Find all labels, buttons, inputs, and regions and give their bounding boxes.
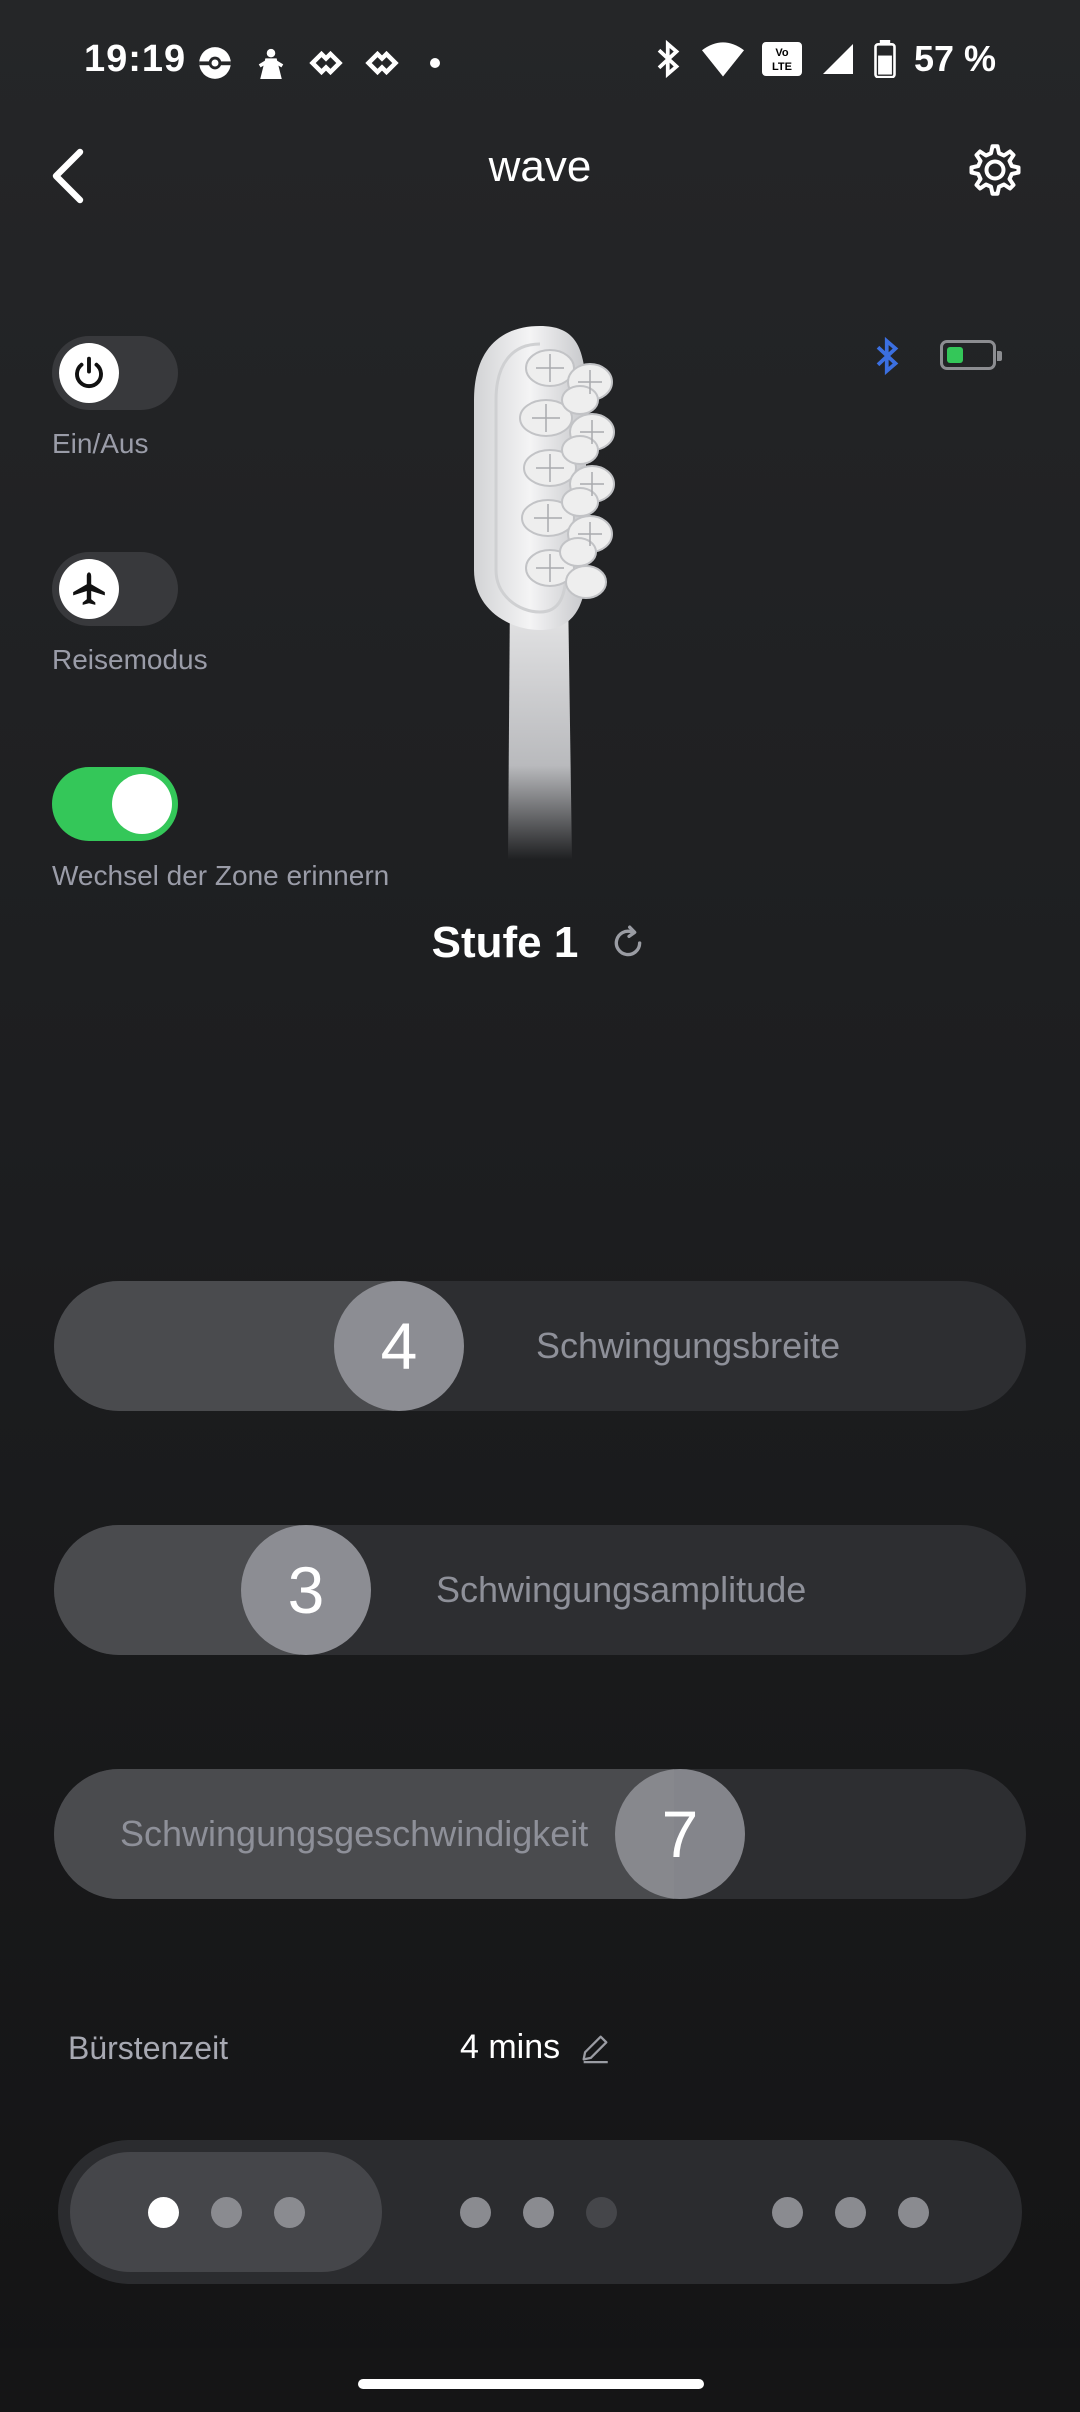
device-battery-fill <box>947 347 963 363</box>
device-battery-icon <box>940 340 1002 370</box>
slider-thumb[interactable]: 7 <box>615 1769 745 1899</box>
slider-label: Schwingungsbreite <box>536 1325 841 1366</box>
pokeball-icon <box>199 47 231 79</box>
zone-reminder-toggle[interactable] <box>52 767 178 841</box>
battery-percent: 57 % <box>913 38 996 79</box>
brushing-time-text: 4 mins <box>460 2028 561 2066</box>
mode-dot <box>585 2196 617 2228</box>
wifi-icon <box>701 42 744 77</box>
mode-dot <box>522 2196 554 2228</box>
status-right: Vo LTE 57 % <box>654 38 996 80</box>
mode-dot <box>273 2196 305 2228</box>
home-indicator[interactable] <box>358 2379 704 2389</box>
page-title: wave <box>488 142 592 191</box>
level-row: Stufe 1 <box>0 918 1080 968</box>
app-notification-icon <box>309 50 343 76</box>
mode-option-1[interactable] <box>70 2152 382 2272</box>
notification-icons <box>196 44 440 82</box>
gear-icon <box>969 144 1021 196</box>
settings-button[interactable] <box>955 130 1035 210</box>
more-notifications-dot-icon <box>430 58 440 68</box>
level-label: Stufe 1 <box>431 918 579 967</box>
volte-icon: Vo LTE <box>761 42 802 76</box>
slider-thumb[interactable]: 4 <box>334 1281 464 1411</box>
mode-dot <box>897 2196 929 2228</box>
mode-dot <box>459 2196 491 2228</box>
travel-mode-toggle[interactable] <box>52 552 178 626</box>
travel-mode-toggle-knob <box>59 559 119 619</box>
slider-thumb[interactable]: 3 <box>241 1525 371 1655</box>
slider-label: Schwingungsamplitude <box>436 1569 807 1610</box>
signal-icon <box>822 44 853 74</box>
status-time: 19:19 <box>84 38 187 80</box>
airplane-icon <box>73 572 105 605</box>
refresh-icon[interactable] <box>608 923 648 963</box>
mode-dot <box>834 2196 866 2228</box>
toothbrush-head-image <box>440 320 680 860</box>
mode-option-3[interactable] <box>694 2152 1006 2272</box>
travel-mode-label: Reisemodus <box>52 644 208 675</box>
vibration-speed-slider[interactable]: Schwingungsgeschwindigkeit 7 <box>54 1769 1026 1899</box>
brushing-time-label: Bürstenzeit <box>68 2030 229 2066</box>
mode-dot <box>771 2196 803 2228</box>
brushing-time-value[interactable]: 4 mins <box>460 2028 612 2067</box>
battery-status-icon <box>874 40 896 78</box>
power-toggle[interactable] <box>52 336 178 410</box>
game-character-icon <box>258 48 284 79</box>
zone-reminder-toggle-knob <box>112 774 172 834</box>
vibration-amplitude-slider[interactable]: 3 Schwingungsamplitude <box>54 1525 1026 1655</box>
power-toggle-knob <box>59 343 119 403</box>
mode-selector <box>58 2140 1022 2284</box>
power-toggle-label: Ein/Aus <box>52 428 149 459</box>
slider-label: Schwingungsgeschwindigkeit <box>120 1813 589 1854</box>
mode-dot <box>210 2196 242 2228</box>
bluetooth-icon <box>872 336 904 381</box>
power-icon <box>75 356 103 388</box>
pencil-icon[interactable] <box>578 2031 612 2065</box>
app-notification-icon-2 <box>365 50 399 76</box>
bluetooth-status-icon <box>657 39 680 79</box>
vibration-width-slider[interactable]: 4 Schwingungsbreite <box>54 1281 1026 1411</box>
mode-dot <box>147 2196 179 2228</box>
zone-reminder-label: Wechsel der Zone erinnern <box>52 860 390 891</box>
mode-option-2[interactable] <box>382 2152 694 2272</box>
